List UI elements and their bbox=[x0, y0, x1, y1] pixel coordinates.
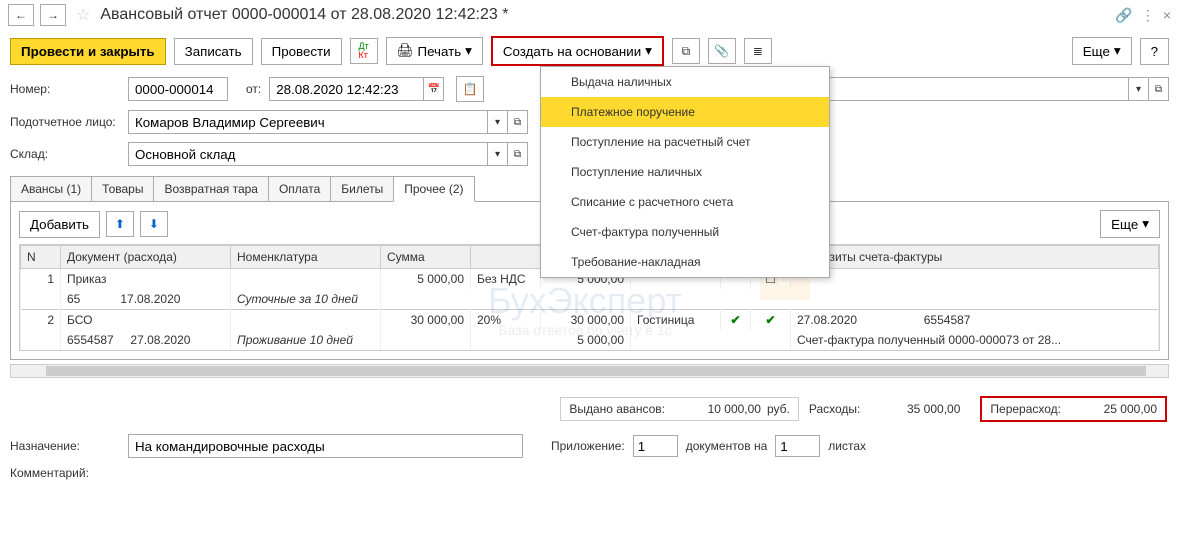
document-title: Авансовый отчет 0000-000014 от 28.08.202… bbox=[100, 6, 1109, 24]
create-based-dropdown: Выдача наличных Платежное поручение Пост… bbox=[540, 66, 830, 278]
tab-returnable[interactable]: Возвратная тара bbox=[153, 176, 269, 202]
warehouse-input[interactable] bbox=[128, 142, 488, 166]
tab-goods[interactable]: Товары bbox=[91, 176, 154, 202]
table-row[interactable]: 2 БСО 30 000,00 20% 30 000,00 Гостиница … bbox=[21, 310, 1159, 331]
horizontal-scrollbar[interactable] bbox=[10, 364, 1169, 378]
person-open-icon[interactable]: ⧉ bbox=[508, 110, 528, 134]
advances-value: 10 000,00 bbox=[671, 402, 761, 416]
col-doc: Документ (расхода) bbox=[61, 246, 231, 269]
close-icon[interactable]: × bbox=[1163, 7, 1171, 23]
link-icon[interactable]: 🔗 bbox=[1115, 7, 1132, 24]
back-button[interactable]: ← bbox=[8, 4, 34, 26]
calendar-icon[interactable]: 📅 bbox=[424, 77, 444, 101]
person-input[interactable] bbox=[128, 110, 488, 134]
col-nomen: Номенклатура bbox=[231, 246, 381, 269]
col-sum: Сумма bbox=[381, 246, 471, 269]
comment-label: Комментарий: bbox=[10, 466, 120, 480]
table-row[interactable]: 65 17.08.2020 Суточные за 10 дней bbox=[21, 289, 1159, 310]
print-button[interactable]: 🖨 Печать ▾ bbox=[386, 37, 483, 65]
move-down-icon[interactable]: ⬇ bbox=[140, 211, 168, 237]
submit-button[interactable]: Провести bbox=[261, 38, 342, 65]
dtct-icon[interactable]: ДтКт bbox=[350, 38, 378, 64]
save-button[interactable]: Записать bbox=[174, 38, 253, 65]
tab-tickets[interactable]: Билеты bbox=[330, 176, 394, 202]
number-label: Номер: bbox=[10, 82, 120, 96]
dropdown-item-cash-in[interactable]: Поступление наличных bbox=[541, 157, 829, 187]
col-invoice: Реквизиты счета-фактуры bbox=[791, 246, 1159, 269]
overspend-value: 25 000,00 bbox=[1067, 402, 1157, 416]
warehouse-open-icon[interactable]: ⧉ bbox=[508, 142, 528, 166]
structure-icon[interactable]: ⧉ bbox=[672, 38, 700, 64]
purpose-input[interactable] bbox=[128, 434, 523, 458]
expenses-value: 35 000,00 bbox=[870, 402, 960, 416]
date-action-icon[interactable]: 📋 bbox=[456, 76, 484, 102]
more-button[interactable]: Еще ▾ bbox=[1072, 37, 1132, 65]
sheets-label: листах bbox=[828, 439, 866, 453]
dropdown-item-payment-order[interactable]: Платежное поручение bbox=[541, 97, 829, 127]
dropdown-item-invoice-received[interactable]: Счет-фактура полученный bbox=[541, 217, 829, 247]
warehouse-label: Склад: bbox=[10, 147, 120, 161]
warehouse-dropdown-icon[interactable]: ▾ bbox=[488, 142, 508, 166]
menu-icon[interactable]: ⋮ bbox=[1141, 7, 1155, 24]
date-label: от: bbox=[246, 82, 261, 96]
submit-close-button[interactable]: Провести и закрыть bbox=[10, 38, 166, 65]
person-label: Подотчетное лицо: bbox=[10, 115, 120, 129]
advances-label: Выдано авансов: bbox=[569, 402, 665, 416]
table-more-button[interactable]: Еще ▾ bbox=[1100, 210, 1160, 238]
create-based-button[interactable]: Создать на основании ▾ bbox=[491, 36, 664, 66]
table-row[interactable]: 6554587 27.08.2020 Проживание 10 дней 5 … bbox=[21, 330, 1159, 350]
col-vat bbox=[471, 246, 541, 269]
date-input[interactable] bbox=[269, 77, 424, 101]
org-open-icon[interactable]: ⧉ bbox=[1149, 77, 1169, 101]
favorite-icon[interactable]: ☆ bbox=[76, 5, 90, 25]
forward-button[interactable]: → bbox=[40, 4, 66, 26]
tab-advances[interactable]: Авансы (1) bbox=[10, 176, 92, 202]
purpose-label: Назначение: bbox=[10, 439, 120, 453]
attach-icon[interactable]: 📎 bbox=[708, 38, 736, 64]
docs-label: документов на bbox=[686, 439, 768, 453]
dropdown-item-bank-in[interactable]: Поступление на расчетный счет bbox=[541, 127, 829, 157]
org-dropdown-icon[interactable]: ▾ bbox=[1129, 77, 1149, 101]
dropdown-item-bank-out[interactable]: Списание с расчетного счета bbox=[541, 187, 829, 217]
overspend-label: Перерасход: bbox=[990, 402, 1061, 416]
move-up-icon[interactable]: ⬆ bbox=[106, 211, 134, 237]
help-button[interactable]: ? bbox=[1140, 38, 1169, 65]
tab-payment[interactable]: Оплата bbox=[268, 176, 331, 202]
add-row-button[interactable]: Добавить bbox=[19, 211, 100, 238]
attachment-count-input[interactable] bbox=[633, 435, 678, 457]
tab-other[interactable]: Прочее (2) bbox=[393, 176, 474, 202]
dropdown-item-requisition[interactable]: Требование-накладная bbox=[541, 247, 829, 277]
attachment-label: Приложение: bbox=[551, 439, 625, 453]
sheets-input[interactable] bbox=[775, 435, 820, 457]
person-dropdown-icon[interactable]: ▾ bbox=[488, 110, 508, 134]
dropdown-item-cash-out[interactable]: Выдача наличных bbox=[541, 67, 829, 97]
number-input[interactable] bbox=[128, 77, 228, 101]
col-n: N bbox=[21, 246, 61, 269]
list-icon[interactable]: ≣ bbox=[744, 38, 772, 64]
expenses-label: Расходы: bbox=[809, 402, 861, 416]
